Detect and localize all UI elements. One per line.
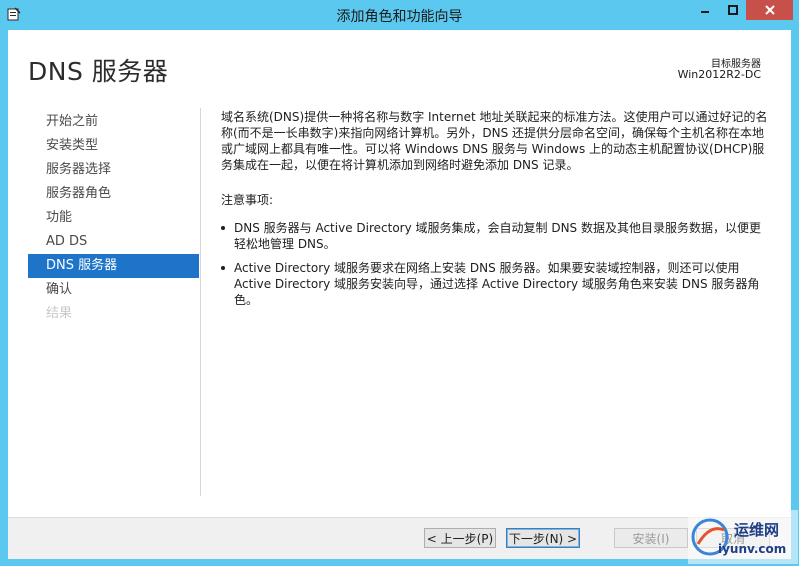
minimize-icon: [700, 11, 709, 13]
nav-item-confirmation[interactable]: 确认: [28, 278, 199, 302]
title-bar[interactable]: 添加角色和功能向导: [0, 0, 799, 30]
nav-item-server-selection[interactable]: 服务器选择: [28, 158, 199, 182]
page-title: DNS 服务器: [28, 57, 169, 86]
list-item-text: Active Directory 域服务要求在网络上安装 DNS 服务器。如果要…: [234, 261, 760, 307]
nav-divider: [200, 108, 201, 496]
nav-item-ad-ds[interactable]: AD DS: [28, 230, 199, 254]
wizard-nav: 开始之前 安装类型 服务器选择 服务器角色 功能 AD DS DNS 服务器 确…: [28, 110, 199, 326]
list-item-text: DNS 服务器与 Active Directory 域服务集成，会自动复制 DN…: [234, 221, 761, 251]
bullet-icon: [221, 226, 225, 230]
maximize-button[interactable]: [719, 0, 746, 20]
intro-text: 域名系统(DNS)提供一种将名称与数字 Internet 地址关联起来的标准方法…: [221, 110, 768, 172]
nav-item-dns-server[interactable]: DNS 服务器: [28, 254, 199, 278]
install-button: 安装(I): [614, 528, 688, 548]
bullet-icon: [221, 266, 225, 270]
button-bar: < 上一步(P) 下一步(N) > 安装(I) 取消: [8, 517, 791, 559]
nav-item-installation-type[interactable]: 安装类型: [28, 134, 199, 158]
list-item: DNS 服务器与 Active Directory 域服务集成，会自动复制 DN…: [221, 220, 771, 252]
close-button[interactable]: [746, 0, 793, 20]
nav-item-features[interactable]: 功能: [28, 206, 199, 230]
wizard-body: DNS 服务器 目标服务器 Win2012R2-DC 开始之前 安装类型 服务器…: [8, 30, 791, 559]
next-button[interactable]: 下一步(N) >: [506, 528, 580, 548]
list-item: Active Directory 域服务要求在网络上安装 DNS 服务器。如果要…: [221, 260, 771, 308]
wizard-window: 添加角色和功能向导 DNS 服务器 目标服务器 Win2012R2-DC 开始之…: [0, 0, 799, 566]
close-icon: [764, 5, 775, 15]
notes-title: 注意事项:: [221, 193, 274, 207]
nav-item-results: 结果: [46, 306, 73, 321]
notes-list: DNS 服务器与 Active Directory 域服务集成，会自动复制 DN…: [221, 220, 771, 308]
maximize-icon: [727, 5, 738, 15]
watermark-text: 运维网: [734, 521, 780, 539]
nav-item-server-roles[interactable]: 服务器角色: [28, 182, 199, 206]
target-server-value: Win2012R2-DC: [677, 68, 761, 81]
watermark-url: iyunv.com: [718, 542, 787, 556]
previous-button[interactable]: < 上一步(P): [424, 528, 496, 548]
content-pane: 域名系统(DNS)提供一种将名称与数字 Internet 地址关联起来的标准方法…: [221, 109, 771, 316]
nav-item-before-you-begin[interactable]: 开始之前: [28, 110, 199, 134]
window-title: 添加角色和功能向导: [336, 9, 463, 25]
minimize-button[interactable]: [691, 0, 718, 20]
